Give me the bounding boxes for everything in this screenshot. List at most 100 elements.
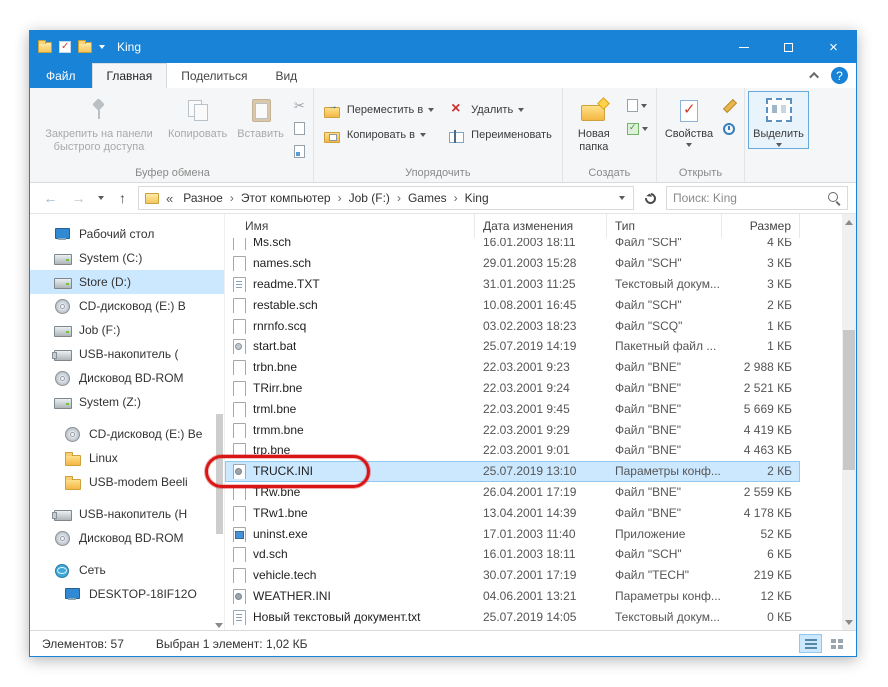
recent-locations-button[interactable] (94, 186, 107, 210)
file-name: TRw.bne (253, 485, 300, 499)
file-name-cell: trml.bne (225, 401, 475, 417)
up-button[interactable] (110, 186, 135, 210)
vertical-scrollbar[interactable] (842, 214, 856, 630)
breadcrumb-item[interactable]: Games (401, 191, 454, 205)
breadcrumb-overflow-button[interactable]: « (163, 191, 176, 206)
file-row[interactable]: start.bat25.07.2019 14:19Пакетный файл .… (225, 336, 800, 357)
move-to-button[interactable]: Переместить в (317, 99, 441, 121)
edit-icon (723, 99, 736, 112)
dropdown-arrow-icon (420, 133, 426, 137)
column-header-size[interactable]: Размер (722, 214, 800, 238)
file-row[interactable]: WEATHER.INI04.06.2001 13:21Параметры кон… (225, 586, 800, 607)
edit-button[interactable] (720, 95, 739, 116)
copy-button[interactable]: Копировать (163, 91, 232, 143)
file-row[interactable]: Новый текстовый документ.txt25.07.2019 1… (225, 606, 800, 627)
tab-view[interactable]: Вид (261, 63, 311, 88)
nav-scrollbar[interactable] (215, 214, 223, 630)
file-row[interactable]: trml.bne22.03.2001 9:45Файл "BNE"5 669 К… (225, 398, 800, 419)
nav-item[interactable]: DESKTOP-18IF12O (30, 582, 224, 606)
history-button[interactable] (720, 118, 739, 139)
help-icon[interactable] (831, 67, 848, 84)
close-button[interactable]: × (811, 31, 856, 63)
file-row[interactable]: trbn.bne22.03.2001 9:23Файл "BNE"2 988 К… (225, 357, 800, 378)
breadcrumb-item[interactable]: Разное (176, 191, 230, 205)
column-header-date[interactable]: Дата изменения (475, 214, 607, 238)
file-row[interactable]: readme.TXT31.01.2003 11:25Текстовый доку… (225, 274, 800, 295)
search-input[interactable]: Поиск: King (673, 191, 827, 205)
new-item-icon (627, 99, 638, 112)
breadcrumb-item[interactable]: Этот компьютер (234, 191, 338, 205)
back-button[interactable] (38, 186, 63, 210)
file-size: 1 КБ (722, 319, 800, 333)
nav-item[interactable]: CD-дисковод (E:) B (30, 294, 224, 318)
file-row[interactable]: rnrnfo.scq03.02.2003 18:23Файл "SCQ"1 КБ (225, 315, 800, 336)
nav-item[interactable]: Дисковод BD-ROM (30, 366, 224, 390)
cut-button[interactable] (291, 95, 308, 116)
forward-button[interactable] (66, 186, 91, 210)
file-row[interactable]: TRUCK.INI25.07.2019 13:10Параметры конф.… (225, 461, 800, 482)
nav-item[interactable]: CD-дисковод (E:) Be (30, 422, 224, 446)
nav-item[interactable]: Рабочий стол (30, 222, 224, 246)
nav-item[interactable]: USB-накопитель ( (30, 342, 224, 366)
nav-item[interactable]: Сеть (30, 558, 224, 582)
address-dropdown-icon[interactable] (619, 196, 625, 200)
file-row[interactable]: TRw.bne26.04.2001 17:19Файл "BNE"2 559 К… (225, 482, 800, 503)
copy-path-button[interactable] (291, 118, 308, 139)
address-box[interactable]: « Разное›Этот компьютер›Job (F:)›Games›K… (138, 186, 634, 210)
refresh-button[interactable] (637, 186, 663, 210)
scroll-up-button[interactable] (842, 214, 856, 230)
rename-label: Переименовать (471, 129, 552, 141)
tab-share[interactable]: Поделиться (167, 63, 261, 88)
minimize-button[interactable] (721, 31, 766, 63)
paste-button[interactable]: Вставить (232, 91, 289, 143)
new-folder-button[interactable]: Новая папка (566, 91, 622, 156)
select-button[interactable]: Выделить (748, 91, 809, 149)
file-row[interactable]: TRw1.bne13.04.2001 14:39Файл "BNE"4 178 … (225, 502, 800, 523)
nav-item[interactable]: System (C:) (30, 246, 224, 270)
pin-to-quick-access-button[interactable]: Закрепить на панели быстрого доступа (35, 91, 163, 156)
cd-icon (64, 426, 82, 442)
file-row[interactable]: uninst.exe17.01.2003 11:40Приложение52 К… (225, 523, 800, 544)
details-view-button[interactable] (799, 634, 822, 653)
collapse-ribbon-icon[interactable] (809, 72, 819, 82)
qat-customize-chevron-icon[interactable] (99, 45, 105, 49)
search-box[interactable]: Поиск: King (666, 186, 848, 210)
rename-button[interactable]: Переименовать (441, 124, 559, 146)
scroll-down-button[interactable] (842, 614, 856, 630)
file-row[interactable]: TRirr.bne22.03.2001 9:24Файл "BNE"2 521 … (225, 378, 800, 399)
nav-item[interactable]: Store (D:) (30, 270, 224, 294)
easy-access-button[interactable] (624, 118, 651, 139)
new-item-button[interactable] (624, 95, 651, 116)
breadcrumb-item[interactable]: Job (F:) (342, 191, 397, 205)
file-name-cell: trbn.bne (225, 359, 475, 375)
nav-scroll-down-icon[interactable] (215, 623, 223, 628)
scrollbar-thumb[interactable] (843, 330, 855, 470)
thumbnails-view-button[interactable] (825, 634, 848, 653)
nav-item[interactable]: System (Z:) (30, 390, 224, 414)
copy-to-button[interactable]: Копировать в (317, 124, 441, 146)
file-name-cell: rnrnfo.scq (225, 318, 475, 334)
nav-item[interactable]: Job (F:) (30, 318, 224, 342)
file-row[interactable]: restable.sch10.08.2001 16:45Файл "SCH"2 … (225, 294, 800, 315)
nav-item[interactable]: USB-накопитель (H (30, 502, 224, 526)
column-header-name[interactable]: Имя (225, 214, 475, 238)
file-row[interactable]: vehicle.tech30.07.2001 17:19Файл "TECH"2… (225, 565, 800, 586)
delete-button[interactable]: Удалить (441, 99, 559, 121)
file-row[interactable]: vd.sch16.01.2003 18:11Файл "SCH"6 КБ (225, 544, 800, 565)
paste-shortcut-button[interactable] (291, 141, 308, 162)
tab-home[interactable]: Главная (92, 63, 168, 88)
properties-button[interactable]: Свойства (660, 91, 718, 149)
tab-file[interactable]: Файл (30, 63, 92, 88)
file-row[interactable]: trp.bne22.03.2001 9:01Файл "BNE"4 463 КБ (225, 440, 800, 461)
column-header-type[interactable]: Тип (607, 214, 722, 238)
nav-scrollbar-thumb[interactable] (216, 414, 223, 534)
qat-new-folder-button[interactable] (78, 42, 92, 53)
file-row[interactable]: trmm.bne22.03.2001 9:29Файл "BNE"4 419 К… (225, 419, 800, 440)
qat-properties-button[interactable] (59, 41, 71, 53)
maximize-button[interactable] (766, 31, 811, 63)
file-row[interactable]: names.sch29.01.2003 15:28Файл "SCH"3 КБ (225, 253, 800, 274)
nav-item[interactable]: Linux (30, 446, 224, 470)
nav-item[interactable]: USB-modem Beeli (30, 470, 224, 494)
breadcrumb-item[interactable]: King (458, 191, 496, 205)
nav-item[interactable]: Дисковод BD-ROM (30, 526, 224, 550)
